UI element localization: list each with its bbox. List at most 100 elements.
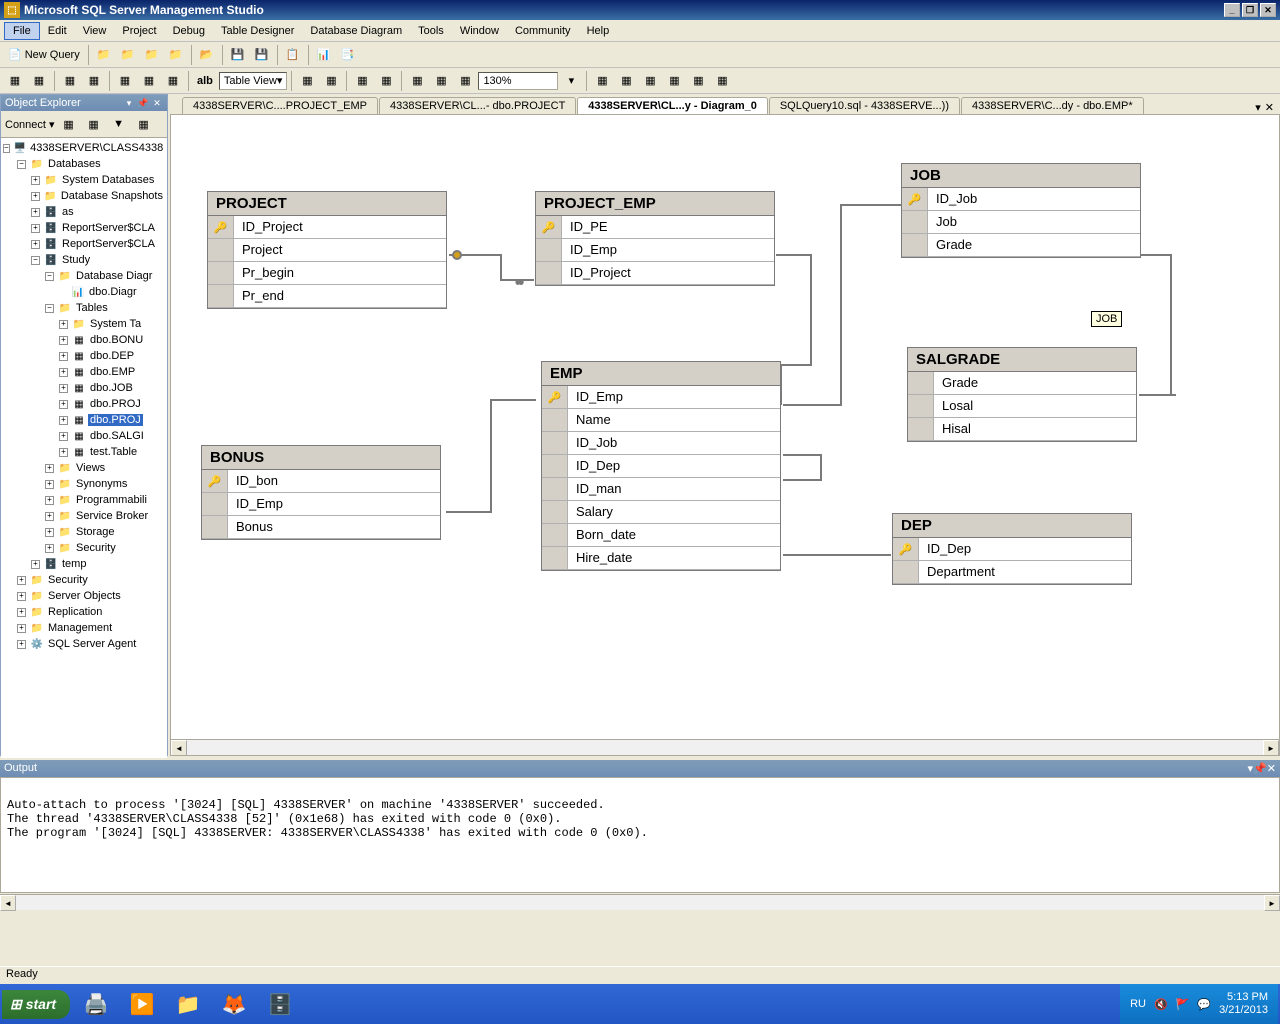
table-salgrade[interactable]: SALGRADE Grade Losal Hisal [907,347,1137,442]
tool-icon[interactable]: ▦ [320,70,342,92]
tab[interactable]: 4338SERVER\C....PROJECT_EMP [182,97,378,114]
diagram-canvas[interactable]: ∞ PROJECT 🔑ID_Project Project [171,115,1279,755]
zoom-dropdown-icon[interactable]: ▾ [560,70,582,92]
tree-diagram-item[interactable]: 📊dbo.Diagr [3,284,165,300]
menu-community[interactable]: Community [507,23,579,39]
tool-icon[interactable]: 📑 [337,44,359,66]
tool-icon[interactable]: ▦ [4,70,26,92]
tool-icon[interactable]: 📊 [313,44,335,66]
tool-icon[interactable]: ▦ [133,113,155,135]
tool-icon[interactable]: 📋 [282,44,304,66]
tree-node[interactable]: +📁Storage [3,524,165,540]
tree-node[interactable]: +📁Programmabili [3,492,165,508]
taskbar-icon[interactable]: ▶️ [122,988,162,1020]
tree-node[interactable]: +⚙️SQL Server Agent [3,636,165,652]
col[interactable]: Grade [928,234,1140,256]
tool-icon[interactable]: ▦ [296,70,318,92]
tool-icon[interactable]: ▦ [351,70,373,92]
tool-icon[interactable]: ▦ [59,70,81,92]
dropdown-icon[interactable]: ▾ [123,97,135,109]
col[interactable]: ID_man [568,478,780,500]
tree-node[interactable]: +🗄️temp [3,556,165,572]
tree-node[interactable]: +🗄️as [3,204,165,220]
col[interactable]: ID_Emp [562,239,774,261]
col[interactable]: Department [919,561,1131,583]
menu-table-designer[interactable]: Table Designer [213,23,302,39]
tree-table[interactable]: +▦dbo.DEP [3,348,165,364]
tab[interactable]: SQLQuery10.sql - 4338SERVE...)) [769,97,960,114]
pin-icon[interactable]: 📌 [137,97,149,109]
menu-debug[interactable]: Debug [165,23,213,39]
taskbar-icon[interactable]: 🖨️ [76,988,116,1020]
menu-file[interactable]: File [4,22,40,40]
tree-node[interactable]: +🗄️ReportServer$CLA [3,236,165,252]
tree-table[interactable]: +▦dbo.EMP [3,364,165,380]
col[interactable]: Bonus [228,516,440,538]
tree-node[interactable]: +🗄️ReportServer$CLA [3,220,165,236]
tree-node[interactable]: +📁System Databases [3,172,165,188]
tab-dropdown-icon[interactable]: ▾ [1255,101,1261,114]
system-tray[interactable]: RU 🔇 🚩 💬 5:13 PM 3/21/2013 [1120,984,1278,1024]
tree-node[interactable]: +📁Views [3,460,165,476]
tree-table[interactable]: +▦test.Table [3,444,165,460]
tree-table-selected[interactable]: +▦dbo.PROJ [3,412,165,428]
col[interactable]: Born_date [568,524,780,546]
tree-node[interactable]: +📁Management [3,620,165,636]
new-query-button[interactable]: 📄 New Query [4,46,84,63]
tool-icon[interactable]: 📁 [165,44,187,66]
col[interactable]: ID_Emp [568,386,780,408]
col[interactable]: ID_Project [562,262,774,284]
tree-node[interactable]: +📁Database Snapshots [3,188,165,204]
tool-icon[interactable]: ▦ [28,70,50,92]
tab-close-icon[interactable]: ✕ [1265,101,1274,114]
tool-icon[interactable]: ▦ [375,70,397,92]
table-view-combo[interactable]: Table View ▾ [219,72,288,90]
col[interactable]: Hisal [934,418,1136,440]
tree-node[interactable]: +📁Synonyms [3,476,165,492]
tool-icon[interactable]: ▦ [406,70,428,92]
menu-project[interactable]: Project [114,23,164,39]
tool-icon[interactable]: ▦ [162,70,184,92]
close-icon[interactable]: ✕ [151,97,163,109]
scroll-left-icon[interactable]: ◄ [171,740,187,756]
tool-icon[interactable]: ▦ [138,70,160,92]
tree-node[interactable]: +📁Service Broker [3,508,165,524]
output-scrollbar[interactable]: ◄► [0,894,1280,910]
table-project-emp[interactable]: PROJECT_EMP 🔑ID_PE ID_Emp ID_Project [535,191,775,286]
table-dep[interactable]: DEP 🔑ID_Dep Department [892,513,1132,585]
tab-active[interactable]: 4338SERVER\CL...y - Diagram_0 [577,97,768,114]
table-emp[interactable]: EMP 🔑ID_Emp Name ID_Job ID_Dep ID_man Sa… [541,361,781,571]
col[interactable]: Losal [934,395,1136,417]
col[interactable]: Grade [934,372,1136,394]
tool-icon[interactable]: ▦ [454,70,476,92]
menu-window[interactable]: Window [452,23,507,39]
tool-icon[interactable]: 📁 [141,44,163,66]
table-bonus[interactable]: BONUS 🔑ID_bon ID_Emp Bonus [201,445,441,540]
tree-tables[interactable]: −📁Tables [3,300,165,316]
tool-icon[interactable]: ▦ [687,70,709,92]
object-tree[interactable]: −🖥️4338SERVER\CLASS4338 −📁Databases +📁Sy… [1,138,167,758]
tool-icon[interactable]: ▦ [114,70,136,92]
horizontal-scrollbar[interactable]: ◄ ► [171,739,1279,755]
tray-icon[interactable]: 🔇 [1154,998,1168,1011]
col[interactable]: Project [234,239,446,261]
tree-node[interactable]: +📁Server Objects [3,588,165,604]
save-all-icon[interactable]: 💾 [251,44,273,66]
close-icon[interactable]: ✕ [1267,763,1276,775]
tree-node[interactable]: +📁Security [3,540,165,556]
maximize-button[interactable]: ❐ [1242,3,1258,17]
output-text[interactable]: Auto-attach to process '[3024] [SQL] 433… [0,777,1280,893]
tool-icon[interactable]: ▦ [639,70,661,92]
clock[interactable]: 5:13 PM 3/21/2013 [1219,991,1268,1017]
taskbar-ssms-icon[interactable]: 🗄️ [260,988,300,1020]
tray-icon[interactable]: 💬 [1197,998,1211,1011]
menu-view[interactable]: View [75,23,115,39]
save-icon[interactable]: 💾 [227,44,249,66]
tray-icon[interactable]: 🚩 [1176,998,1190,1011]
col[interactable]: Pr_end [234,285,446,307]
tool-icon[interactable]: ▦ [591,70,613,92]
col[interactable]: Salary [568,501,780,523]
tool-icon[interactable]: ▦ [58,113,80,135]
taskbar-firefox-icon[interactable]: 🦊 [214,988,254,1020]
col[interactable]: Name [568,409,780,431]
